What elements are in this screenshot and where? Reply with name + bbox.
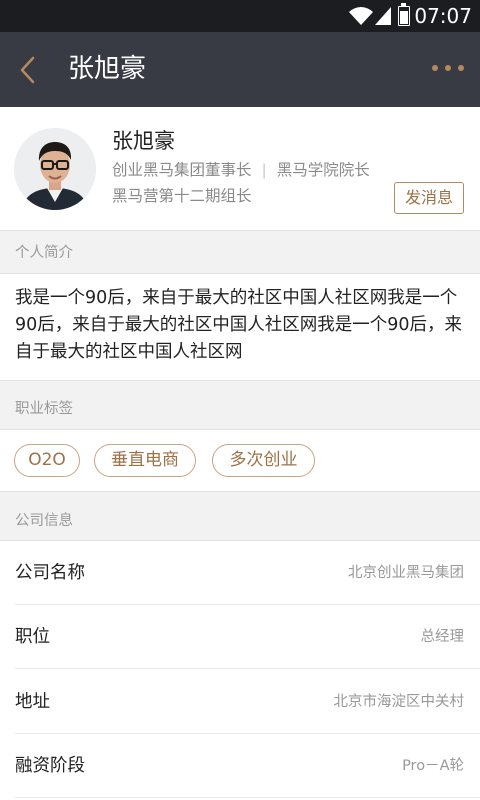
profile-titles: 创业黑马集团董事长 | 黑马学院院长 [112, 159, 370, 181]
row-value: 北京市海淀区中关村 [333, 694, 465, 710]
funding-stage-row: 融资阶段 Pro－A轮 [15, 734, 480, 798]
wifi-icon [349, 7, 373, 25]
send-message-button[interactable]: 发消息 [394, 182, 464, 214]
row-label: 地址 [15, 692, 50, 712]
title-separator: | [261, 161, 267, 179]
page-title: 张旭豪 [68, 54, 147, 84]
battery-icon [398, 3, 410, 26]
section-header-company: 公司信息 [0, 492, 480, 540]
company-name-row: 公司名称 北京创业黑马集团 [15, 541, 480, 605]
tag-item[interactable]: O2O [14, 444, 80, 477]
career-tags: O2O 垂直电商 多次创业 [0, 429, 480, 492]
back-icon[interactable] [16, 54, 40, 86]
profile-name: 张旭豪 [112, 129, 175, 153]
intro-text: 我是一个90后，来自于最大的社区中国人社区网我是一个90后，来自于最大的社区中国… [0, 273, 480, 381]
more-options-icon[interactable] [432, 65, 464, 73]
title-primary: 创业黑马集团董事长 [112, 161, 252, 179]
avatar [14, 128, 96, 210]
address-row: 地址 北京市海淀区中关村 [15, 670, 480, 734]
battery-level [400, 11, 408, 24]
tag-item[interactable]: 垂直电商 [94, 444, 196, 477]
top-navigation-bar: 张旭豪 [0, 32, 480, 107]
row-label: 融资阶段 [15, 756, 85, 776]
title-secondary: 黑马学院院长 [276, 161, 370, 179]
portrait-image [14, 128, 96, 210]
title-tertiary: 黑马营第十二期组长 [112, 187, 252, 205]
signal-icon [375, 7, 391, 25]
section-header-tags: 职业标签 [0, 381, 480, 429]
position-row: 职位 总经理 [15, 605, 480, 669]
profile-card: 张旭豪 创业黑马集团董事长 | 黑马学院院长 黑马营第十二期组长 发消息 [0, 107, 480, 231]
status-bar: 07:07 [0, 0, 480, 32]
company-info-list: 公司名称 北京创业黑马集团 职位 总经理 地址 北京市海淀区中关村 融资阶段 P… [0, 540, 480, 800]
row-value: 北京创业黑马集团 [348, 565, 464, 581]
section-header-intro: 个人简介 [0, 231, 480, 273]
row-value: Pro－A轮 [402, 758, 464, 774]
row-label: 公司名称 [15, 563, 85, 583]
row-value: 总经理 [420, 629, 465, 645]
row-label: 职位 [15, 627, 50, 647]
status-time: 07:07 [414, 4, 472, 28]
tag-item[interactable]: 多次创业 [212, 444, 315, 477]
